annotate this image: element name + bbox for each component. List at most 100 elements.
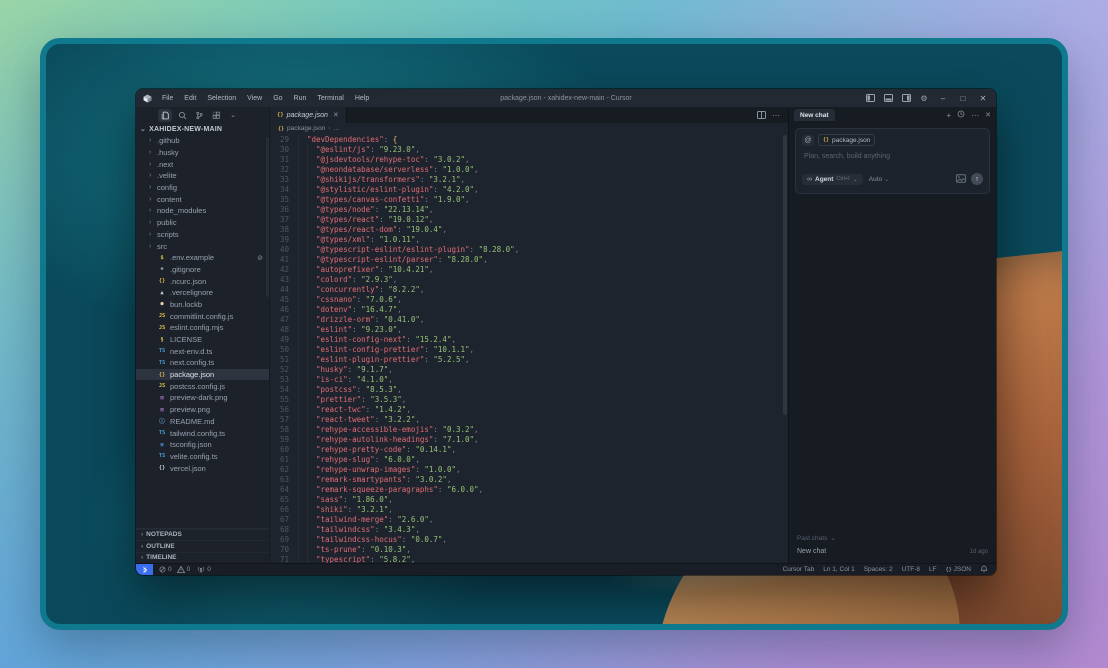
sidebar-section-timeline[interactable]: ›TIMELINE bbox=[136, 552, 269, 564]
code-line-39[interactable]: 39"@types/xml": "1.0.11", bbox=[270, 235, 788, 245]
file-preview-dark-png[interactable]: ▨preview-dark.png bbox=[136, 392, 269, 404]
remote-indicator-button[interactable] bbox=[136, 564, 153, 576]
code-line-31[interactable]: 31"@jsdevtools/rehype-toc": "3.0.2", bbox=[270, 155, 788, 165]
code-line-42[interactable]: 42"autoprefixer": "10.4.21", bbox=[270, 265, 788, 275]
code-line-53[interactable]: 53"is-ci": "4.1.0", bbox=[270, 375, 788, 385]
file-package-json[interactable]: {}package.json bbox=[136, 369, 269, 381]
file-commitlint-config-js[interactable]: JScommitlint.config.js bbox=[136, 310, 269, 322]
chat-history-icon[interactable] bbox=[957, 110, 965, 120]
toggle-panel-left-icon[interactable] bbox=[862, 92, 878, 105]
sidebar-section-notepads[interactable]: ›NOTEPADS bbox=[136, 529, 269, 541]
new-chat-plus-icon[interactable]: + bbox=[946, 111, 951, 120]
file-eslint-config-mjs[interactable]: JSeslint.config.mjs bbox=[136, 322, 269, 334]
status-utf-8[interactable]: UTF-8 bbox=[902, 566, 920, 573]
folder--velite[interactable]: ›.velite bbox=[136, 170, 269, 182]
file-preview-png[interactable]: ▨preview.png bbox=[136, 404, 269, 416]
past-chats-toggle[interactable]: Past chats ⌄ bbox=[797, 534, 988, 542]
chat-more-icon[interactable]: ⋯ bbox=[971, 111, 979, 120]
file--gitignore[interactable]: ◆.gitignore bbox=[136, 264, 269, 276]
code-line-30[interactable]: 30"@eslint/js": "9.23.0", bbox=[270, 145, 788, 155]
more-views-chevron-icon[interactable]: ⌄ bbox=[226, 109, 240, 122]
code-line-40[interactable]: 40"@typescript-eslint/eslint-plugin": "8… bbox=[270, 245, 788, 255]
tab-package-json[interactable]: {} package.json ✕ bbox=[270, 107, 347, 123]
code-line-33[interactable]: 33"@shikijs/transformers": "3.2.1", bbox=[270, 175, 788, 185]
code-line-52[interactable]: 52"husky": "9.1.7", bbox=[270, 365, 788, 375]
tab-close-icon[interactable]: ✕ bbox=[333, 111, 339, 119]
code-line-57[interactable]: 57"react-tweet": "3.2.2", bbox=[270, 415, 788, 425]
menu-view[interactable]: View bbox=[242, 93, 267, 104]
breadcrumb[interactable]: {} package.json › … bbox=[270, 123, 788, 134]
code-line-67[interactable]: 67"tailwind-merge": "2.6.0", bbox=[270, 515, 788, 525]
close-button[interactable]: ✕ bbox=[974, 91, 992, 105]
code-line-58[interactable]: 58"rehype-accessible-emojis": "0.3.2", bbox=[270, 425, 788, 435]
code-line-68[interactable]: 68"tailwindcss": "3.4.3", bbox=[270, 525, 788, 535]
code-line-48[interactable]: 48"eslint": "9.23.0", bbox=[270, 325, 788, 335]
past-chat-item[interactable]: New chat1d ago bbox=[797, 548, 988, 555]
extensions-icon[interactable] bbox=[209, 109, 223, 122]
code-line-70[interactable]: 70"ts-prune": "0.10.3", bbox=[270, 545, 788, 555]
folder-scripts[interactable]: ›scripts bbox=[136, 229, 269, 241]
file--env-example[interactable]: $.env.example⊘ bbox=[136, 252, 269, 264]
file-license[interactable]: §LICENSE bbox=[136, 334, 269, 346]
code-line-45[interactable]: 45"cssnano": "7.0.6", bbox=[270, 295, 788, 305]
code-line-56[interactable]: 56"react-twc": "1.4.2", bbox=[270, 405, 788, 415]
chat-input-placeholder[interactable]: Plan, search, build anything bbox=[804, 153, 983, 160]
code-line-71[interactable]: 71"typescript": "5.8.2", bbox=[270, 555, 788, 563]
toggle-panel-bottom-icon[interactable] bbox=[880, 92, 896, 105]
folder--husky[interactable]: ›.husky bbox=[136, 147, 269, 159]
menu-go[interactable]: Go bbox=[268, 93, 287, 104]
file-next-config-ts[interactable]: TSnext.config.ts bbox=[136, 357, 269, 369]
folder-content[interactable]: ›content bbox=[136, 193, 269, 205]
status-ln-1-col-1[interactable]: Ln 1, Col 1 bbox=[823, 566, 854, 573]
code-line-46[interactable]: 46"dotenv": "16.4.7", bbox=[270, 305, 788, 315]
file-tailwind-config-ts[interactable]: TStailwind.config.ts bbox=[136, 427, 269, 439]
customize-layout-icon[interactable]: ⚙ bbox=[916, 92, 932, 105]
code-line-34[interactable]: 34"@stylistic/eslint-plugin": "4.2.0", bbox=[270, 185, 788, 195]
folder--github[interactable]: ›.github bbox=[136, 135, 269, 147]
status-cursor-tab[interactable]: Cursor Tab bbox=[783, 566, 815, 573]
attach-image-icon[interactable] bbox=[956, 170, 966, 188]
code-line-59[interactable]: 59"rehype-autolink-headings": "7.1.0", bbox=[270, 435, 788, 445]
code-line-66[interactable]: 66"shiki": "3.2.1", bbox=[270, 505, 788, 515]
file-next-env-d-ts[interactable]: TSnext-env.d.ts bbox=[136, 345, 269, 357]
source-control-icon[interactable] bbox=[192, 109, 206, 122]
code-line-60[interactable]: 60"rehype-pretty-code": "0.14.1", bbox=[270, 445, 788, 455]
file--ncurc-json[interactable]: {}.ncurc.json bbox=[136, 275, 269, 287]
code-line-44[interactable]: 44"concurrently": "8.2.2", bbox=[270, 285, 788, 295]
code-line-63[interactable]: 63"remark-smartypants": "3.0.2", bbox=[270, 475, 788, 485]
folder--next[interactable]: ›.next bbox=[136, 158, 269, 170]
code-line-64[interactable]: 64"remark-squeeze-paragraphs": "6.0.0", bbox=[270, 485, 788, 495]
chat-input-box[interactable]: @ {} package.json Plan, search, build an… bbox=[795, 128, 990, 194]
chat-close-icon[interactable]: ✕ bbox=[985, 111, 991, 119]
code-line-38[interactable]: 38"@types/react-dom": "19.0.4", bbox=[270, 225, 788, 235]
code-editor[interactable]: 29"devDependencies": {30"@eslint/js": "9… bbox=[270, 134, 788, 563]
context-chip-package-json[interactable]: {} package.json bbox=[818, 134, 875, 146]
code-line-62[interactable]: 62"rehype-unwrap-images": "1.0.0", bbox=[270, 465, 788, 475]
add-context-button[interactable]: @ bbox=[802, 135, 814, 146]
code-line-43[interactable]: 43"colord": "2.9.3", bbox=[270, 275, 788, 285]
problems-indicator[interactable]: 0 0 bbox=[159, 566, 190, 573]
code-line-35[interactable]: 35"@types/canvas-confetti": "1.9.0", bbox=[270, 195, 788, 205]
menu-terminal[interactable]: Terminal bbox=[312, 93, 348, 104]
code-line-50[interactable]: 50"eslint-config-prettier": "10.1.1", bbox=[270, 345, 788, 355]
explorer-icon[interactable] bbox=[158, 109, 172, 122]
agent-mode-selector[interactable]: ∞ Agent Ctrl+I ⌄ bbox=[802, 174, 863, 185]
folder-public[interactable]: ›public bbox=[136, 217, 269, 229]
file-vercel-json[interactable]: {}vercel.json bbox=[136, 462, 269, 474]
code-line-32[interactable]: 32"@neondatabase/serverless": "1.0.0", bbox=[270, 165, 788, 175]
code-line-47[interactable]: 47"drizzle-orm": "0.41.0", bbox=[270, 315, 788, 325]
code-line-37[interactable]: 37"@types/react": "19.0.12", bbox=[270, 215, 788, 225]
chat-tab-new-chat[interactable]: New chat bbox=[794, 109, 835, 121]
model-selector[interactable]: Auto ⌄ bbox=[869, 176, 889, 183]
status-spaces-2[interactable]: Spaces: 2 bbox=[864, 566, 893, 573]
code-line-54[interactable]: 54"postcss": "8.5.3", bbox=[270, 385, 788, 395]
code-line-29[interactable]: 29"devDependencies": { bbox=[270, 135, 788, 145]
menu-help[interactable]: Help bbox=[350, 93, 374, 104]
sidebar-section-outline[interactable]: ›OUTLINE bbox=[136, 540, 269, 552]
code-line-51[interactable]: 51"eslint-plugin-prettier": "5.2.5", bbox=[270, 355, 788, 365]
editor-more-actions-icon[interactable]: ⋯ bbox=[772, 111, 780, 120]
menu-edit[interactable]: Edit bbox=[179, 93, 201, 104]
code-line-69[interactable]: 69"tailwindcss-hocus": "0.0.7", bbox=[270, 535, 788, 545]
ports-indicator[interactable]: 0 bbox=[197, 566, 211, 573]
file-postcss-config-js[interactable]: JSpostcss.config.js bbox=[136, 380, 269, 392]
